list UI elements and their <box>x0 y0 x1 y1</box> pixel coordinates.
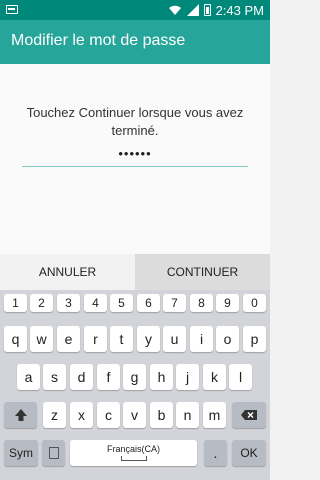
keyboard-row-3: z x c v b n m <box>0 402 270 428</box>
keyboard-number-row: 1 2 3 4 5 6 7 8 9 0 <box>0 294 270 320</box>
continue-button[interactable]: CONTINUER <box>135 254 270 290</box>
sym-key[interactable]: Sym <box>4 440 38 466</box>
clipboard-key[interactable] <box>42 440 65 466</box>
key-u[interactable]: u <box>163 326 186 352</box>
key-j[interactable]: j <box>176 364 199 390</box>
backspace-key[interactable] <box>232 402 266 428</box>
keyboard-row-2: a s d f g h j k l <box>0 364 270 390</box>
keyboard: 1 2 3 4 5 6 7 8 9 0 q w e r t y u i o p … <box>0 290 270 480</box>
key-b[interactable]: b <box>150 402 173 428</box>
clipboard-icon <box>48 447 59 459</box>
key-n[interactable]: n <box>176 402 199 428</box>
content-area: Touchez Continuer lorsque vous avez term… <box>0 64 270 254</box>
password-underline <box>22 166 248 167</box>
key-d[interactable]: d <box>70 364 93 390</box>
key-g[interactable]: g <box>123 364 146 390</box>
key-l[interactable]: l <box>229 364 252 390</box>
key-x[interactable]: x <box>70 402 93 428</box>
key-y[interactable]: y <box>137 326 160 352</box>
key-5[interactable]: 5 <box>110 294 133 312</box>
keyboard-row-1: q w e r t y u i o p <box>0 326 270 352</box>
key-s[interactable]: s <box>43 364 66 390</box>
cancel-button[interactable]: ANNULER <box>0 254 135 290</box>
key-c[interactable]: c <box>97 402 120 428</box>
page-title: Modifier le mot de passe <box>11 32 186 49</box>
key-k[interactable]: k <box>203 364 226 390</box>
key-q[interactable]: q <box>4 326 27 352</box>
key-i[interactable]: i <box>190 326 213 352</box>
app-bar: Modifier le mot de passe <box>0 20 270 64</box>
key-8[interactable]: 8 <box>190 294 213 312</box>
key-m[interactable]: m <box>203 402 226 428</box>
key-t[interactable]: t <box>110 326 133 352</box>
key-3[interactable]: 3 <box>57 294 80 312</box>
key-r[interactable]: r <box>84 326 107 352</box>
key-v[interactable]: v <box>123 402 146 428</box>
key-1[interactable]: 1 <box>4 294 27 312</box>
status-icons: 2:43 PM <box>168 2 264 18</box>
instruction-text: Touchez Continuer lorsque vous avez term… <box>26 105 244 138</box>
key-h[interactable]: h <box>150 364 173 390</box>
space-key[interactable]: Français(CA) <box>70 440 197 466</box>
battery-icon <box>203 4 211 16</box>
key-o[interactable]: o <box>216 326 239 352</box>
status-time: 2:43 PM <box>215 2 264 18</box>
action-bar: ANNULER CONTINUER <box>0 254 270 290</box>
key-7[interactable]: 7 <box>163 294 186 312</box>
key-0[interactable]: 0 <box>243 294 266 312</box>
ok-key[interactable]: OK <box>232 440 266 466</box>
signal-icon <box>186 4 199 16</box>
key-a[interactable]: a <box>17 364 40 390</box>
key-e[interactable]: e <box>57 326 80 352</box>
key-2[interactable]: 2 <box>30 294 53 312</box>
shift-key[interactable] <box>4 402 37 428</box>
period-key[interactable]: . <box>204 440 227 466</box>
keyboard-row-4: Sym Français(CA) . OK <box>0 440 270 466</box>
key-w[interactable]: w <box>30 326 53 352</box>
key-6[interactable]: 6 <box>137 294 160 312</box>
key-p[interactable]: p <box>243 326 266 352</box>
key-9[interactable]: 9 <box>216 294 239 312</box>
shift-icon <box>14 409 27 421</box>
key-z[interactable]: z <box>43 402 66 428</box>
wifi-icon <box>168 5 181 15</box>
key-f[interactable]: f <box>97 364 120 390</box>
notification-icon <box>6 5 18 14</box>
backspace-icon <box>241 410 257 420</box>
space-icon <box>120 456 147 461</box>
key-4[interactable]: 4 <box>84 294 107 312</box>
space-key-label: Français(CA) <box>106 444 160 454</box>
status-bar: 2:43 PM <box>0 0 270 20</box>
password-field[interactable]: •••••• <box>22 146 248 166</box>
